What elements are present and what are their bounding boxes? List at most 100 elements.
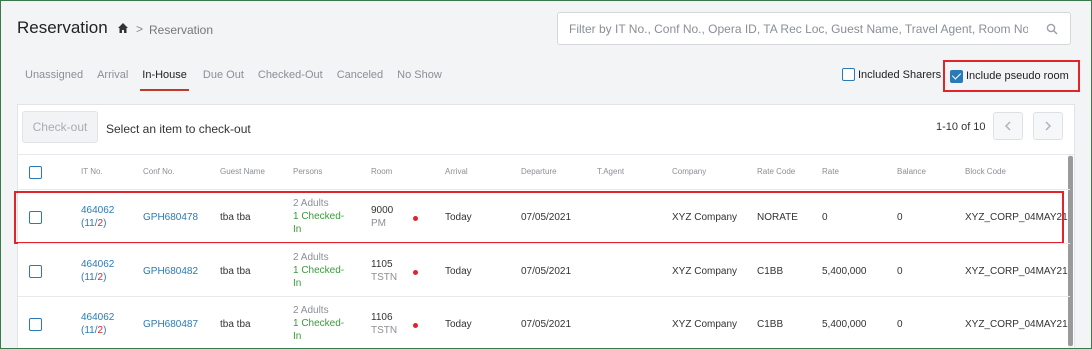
column-header-t-agent[interactable]: T.Agent (597, 167, 624, 176)
persons-in: In (293, 224, 302, 235)
it-sub-close: ) (103, 218, 107, 229)
persons-adults: 2 Adults (293, 252, 329, 263)
next-page-button[interactable] (1033, 112, 1063, 140)
it-sub-open: (11/ (81, 218, 98, 229)
persons-checked: 1 Checked- (293, 211, 345, 222)
arrival-date: Today (445, 212, 472, 223)
conf-no-link[interactable]: GPH680487 (143, 318, 198, 331)
block-code: XYZ_CORP_04MAY21 (965, 212, 1068, 223)
it-no-cell[interactable]: 464062 (11/2) (81, 311, 114, 337)
select-all-checkbox[interactable] (29, 166, 42, 179)
it-no-link[interactable]: 464062 (81, 259, 114, 270)
it-sub-close: ) (103, 325, 107, 336)
arrival-date: Today (445, 266, 472, 277)
persons-adults: 2 Adults (293, 305, 329, 316)
page-title: Reservation (17, 18, 108, 37)
rate-code: NORATE (757, 212, 798, 223)
column-header-rate-code[interactable]: Rate Code (757, 167, 795, 176)
included-sharers-checkbox[interactable] (842, 68, 855, 81)
column-header-company[interactable]: Company (672, 167, 706, 176)
persons-checked: 1 Checked- (293, 318, 345, 329)
tab-canceled[interactable]: Canceled (337, 69, 383, 91)
include-pseudo-room-label: Include pseudo room (966, 70, 1069, 82)
column-header-balance[interactable]: Balance (897, 167, 926, 176)
column-header-guest-name[interactable]: Guest Name (220, 167, 265, 176)
departure-date: 07/05/2021 (521, 266, 572, 277)
persons-adults: 2 Adults (293, 198, 329, 209)
conf-no-link[interactable]: GPH680478 (143, 211, 198, 224)
column-header-it-no[interactable]: IT No. (81, 167, 103, 176)
reservation-panel: Check-out Select an item to check-out 1-… (14, 104, 1076, 348)
guest-name: tba tba (220, 212, 251, 223)
column-header-departure[interactable]: Departure (521, 167, 557, 176)
rate-code: C1BB (757, 319, 784, 330)
balance: 0 (897, 266, 903, 277)
persons-checked: 1 Checked- (293, 265, 345, 276)
room-type: PM (371, 218, 386, 229)
tab-checked-out[interactable]: Checked-Out (258, 69, 323, 91)
row-checkbox[interactable] (29, 318, 42, 331)
search-icon[interactable] (1046, 23, 1058, 35)
previous-page-button[interactable] (993, 112, 1023, 140)
room-type: TSTN (371, 325, 398, 336)
column-header-arrival[interactable]: Arrival (445, 167, 468, 176)
row-checkbox[interactable] (29, 265, 42, 278)
it-no-cell[interactable]: 464062 (11/2) (81, 204, 114, 230)
company: XYZ Company (672, 212, 738, 223)
it-sub-close: ) (103, 272, 107, 283)
table-header: IT No. Conf No. Guest Name Persons Room … (18, 155, 1076, 189)
rate: 0 (822, 212, 828, 223)
home-icon[interactable] (117, 22, 129, 34)
tab-unassigned[interactable]: Unassigned (25, 69, 83, 91)
it-no-link[interactable]: 464062 (81, 205, 114, 216)
room-type: TSTN (371, 272, 398, 283)
block-code: XYZ_CORP_04MAY21 (965, 319, 1068, 330)
table-row[interactable]: 464062 (11/2) GPH680478 tba tba 2 Adults… (14, 189, 1070, 244)
company: XYZ Company (672, 319, 738, 330)
room-cell: 1106 TSTN (371, 311, 397, 337)
conf-no-link[interactable]: GPH680482 (143, 265, 198, 278)
balance: 0 (897, 212, 903, 223)
column-header-rate[interactable]: Rate (822, 167, 839, 176)
table-row[interactable]: 464062 (11/2) GPH680487 tba tba 2 Adults… (18, 296, 1070, 348)
table-row[interactable]: 464062 (11/2) GPH680482 tba tba 2 Adults… (18, 243, 1070, 296)
persons-cell: 2 Adults 1 Checked- In (293, 251, 344, 290)
room-number: 1105 (371, 259, 393, 270)
rate-code: C1BB (757, 266, 784, 277)
room-status-dot (413, 323, 418, 328)
column-header-block-code[interactable]: Block Code (965, 167, 1006, 176)
include-pseudo-room-checkbox[interactable] (950, 69, 963, 83)
balance: 0 (897, 319, 903, 330)
departure-date: 07/05/2021 (521, 212, 572, 223)
company: XYZ Company (672, 266, 738, 277)
chevron-left-icon (1004, 121, 1011, 131)
departure-date: 07/05/2021 (521, 319, 572, 330)
it-no-cell[interactable]: 464062 (11/2) (81, 258, 114, 284)
search-input[interactable] (558, 13, 1028, 44)
it-no-link[interactable]: 464062 (81, 312, 114, 323)
breadcrumb-separator-icon: > (136, 22, 144, 36)
block-code: XYZ_CORP_04MAY21 (965, 266, 1068, 277)
tab-no-show[interactable]: No Show (397, 69, 442, 91)
breadcrumb-current: Reservation (149, 23, 214, 37)
persons-in: In (293, 278, 302, 289)
column-header-persons[interactable]: Persons (293, 167, 322, 176)
arrival-date: Today (445, 319, 472, 330)
checkout-hint: Select an item to check-out (106, 122, 251, 136)
it-sub-open: (11/ (81, 272, 98, 283)
room-status-dot (413, 270, 418, 275)
rate: 5,400,000 (822, 319, 867, 330)
column-header-room[interactable]: Room (371, 167, 392, 176)
row-checkbox[interactable] (29, 211, 42, 224)
column-header-conf-no[interactable]: Conf No. (143, 167, 175, 176)
included-sharers-option[interactable]: Included Sharers (842, 68, 941, 81)
tab-in-house[interactable]: In-House (140, 69, 189, 91)
tab-arrival[interactable]: Arrival (97, 69, 128, 91)
include-pseudo-room-option[interactable]: Include pseudo room (943, 60, 1080, 92)
checkout-button[interactable]: Check-out (22, 111, 98, 143)
rate: 5,400,000 (822, 266, 867, 277)
tab-due-out[interactable]: Due Out (203, 69, 244, 91)
guest-name: tba tba (220, 319, 251, 330)
search-box (557, 12, 1071, 45)
app-frame: Reservation > Reservation Unassigned Arr… (0, 0, 1092, 349)
